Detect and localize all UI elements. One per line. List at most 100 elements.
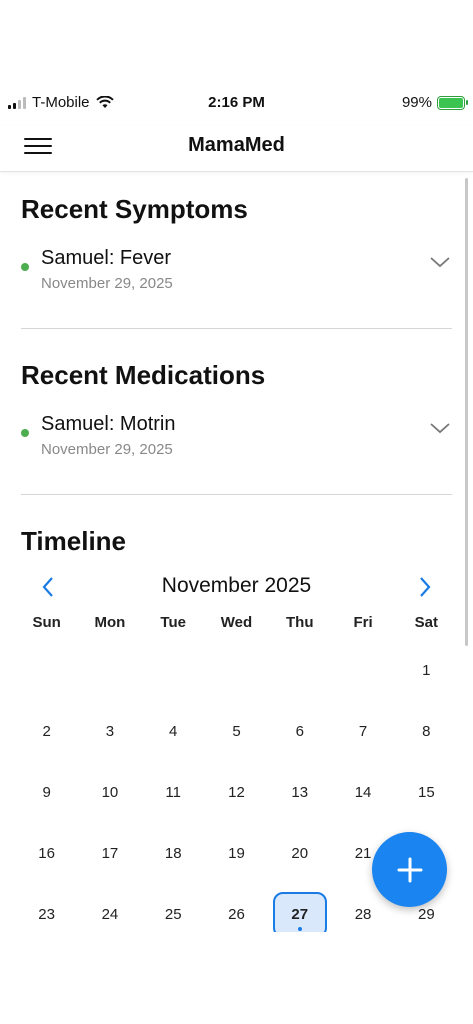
calendar-day-number: 13 bbox=[291, 784, 309, 801]
calendar-empty-cell bbox=[15, 648, 78, 694]
calendar-day-number: 4 bbox=[169, 723, 178, 740]
calendar-day[interactable]: 6 bbox=[268, 709, 331, 755]
app-title: MamaMed bbox=[188, 134, 285, 156]
calendar-day[interactable]: 1 bbox=[395, 648, 458, 694]
status-dot bbox=[21, 263, 29, 271]
status-bar: T-Mobile 2:16 PM 99% bbox=[0, 90, 473, 118]
calendar-week-row: 2 3 4 5 6 7 8 bbox=[15, 701, 458, 762]
calendar-day-number: 26 bbox=[228, 906, 245, 923]
calendar-day-number: 19 bbox=[228, 845, 245, 862]
divider bbox=[21, 494, 452, 495]
calendar-week-row: 1 bbox=[15, 640, 458, 701]
calendar-day[interactable]: 5 bbox=[205, 709, 268, 755]
calendar-day[interactable]: 25 bbox=[142, 892, 205, 933]
battery-fill bbox=[439, 97, 463, 108]
event-dot bbox=[424, 931, 429, 932]
calendar-day[interactable]: 19 bbox=[205, 831, 268, 877]
calendar-day[interactable]: 17 bbox=[78, 831, 141, 877]
calendar-empty-cell bbox=[142, 648, 205, 694]
calendar-day-number: 10 bbox=[101, 784, 119, 801]
calendar-day-number: 7 bbox=[358, 723, 368, 740]
symptom-entry[interactable]: Samuel: Fever November 29, 2025 bbox=[21, 247, 452, 297]
calendar-day-number: 25 bbox=[164, 906, 182, 923]
weekday-label: Sat bbox=[414, 614, 438, 631]
calendar-day-number: 6 bbox=[295, 723, 304, 740]
recent-medications-heading: Recent Medications bbox=[21, 360, 266, 390]
weekday-label: Mon bbox=[94, 614, 126, 631]
calendar-empty-cell bbox=[205, 648, 268, 694]
medication-date: November 29, 2025 bbox=[41, 441, 173, 458]
calendar-day[interactable]: 10 bbox=[78, 770, 141, 816]
calendar-day[interactable]: 20 bbox=[268, 831, 331, 877]
scrollbar[interactable] bbox=[465, 178, 468, 646]
calendar-day[interactable]: 7 bbox=[331, 709, 394, 755]
chevron-down-icon[interactable] bbox=[430, 255, 450, 269]
calendar-month-label: November 2025 bbox=[161, 574, 312, 597]
divider bbox=[21, 328, 452, 329]
calendar-day[interactable]: 15 bbox=[395, 770, 458, 816]
calendar-day[interactable]: 4 bbox=[142, 709, 205, 755]
weekday-header: Sun Mon Tue Wed Thu Fri Sat bbox=[15, 614, 458, 631]
calendar-day-number: 24 bbox=[101, 906, 119, 923]
calendar-day[interactable]: 8 bbox=[395, 709, 458, 755]
battery-icon bbox=[437, 95, 468, 110]
recent-symptoms-heading: Recent Symptoms bbox=[21, 194, 248, 224]
calendar-day-number: 15 bbox=[417, 784, 435, 801]
symptom-date: November 29, 2025 bbox=[41, 275, 173, 292]
calendar-day-number: 20 bbox=[291, 845, 309, 862]
medication-name: Samuel: Motrin bbox=[41, 413, 176, 435]
calendar-day[interactable]: 12 bbox=[205, 770, 268, 816]
calendar-day-number: 18 bbox=[164, 845, 182, 862]
event-dot bbox=[297, 926, 302, 931]
calendar-day-number: 2 bbox=[42, 723, 51, 740]
calendar-day-number: 27 bbox=[291, 905, 309, 923]
calendar-day-number: 9 bbox=[42, 784, 51, 801]
calendar-nav: November 2025 bbox=[21, 572, 452, 602]
calendar-empty-cell bbox=[268, 648, 331, 694]
plus-icon bbox=[397, 857, 422, 882]
calendar-day-selected[interactable]: 27 bbox=[272, 891, 327, 932]
weekday-label: Sun bbox=[32, 614, 61, 631]
calendar-day-number: 23 bbox=[38, 906, 55, 923]
calendar-week-row: 9 10 11 12 13 14 15 bbox=[15, 762, 458, 823]
calendar-day[interactable]: 24 bbox=[78, 892, 141, 933]
calendar-day[interactable]: 13 bbox=[268, 770, 331, 816]
battery-group: 99% bbox=[401, 94, 468, 111]
chevron-down-icon[interactable] bbox=[430, 421, 450, 435]
symptom-name: Samuel: Fever bbox=[41, 247, 172, 269]
weekday-label: Wed bbox=[220, 614, 253, 631]
calendar-day-number: 16 bbox=[38, 845, 55, 862]
weekday-label: Tue bbox=[160, 614, 186, 631]
status-dot bbox=[21, 429, 29, 437]
app-header: MamaMed bbox=[0, 126, 473, 172]
medication-entry[interactable]: Samuel: Motrin November 29, 2025 bbox=[21, 413, 452, 463]
battery-percent: 99% bbox=[401, 94, 432, 111]
calendar-day-number: 3 bbox=[105, 723, 115, 740]
weekday-label: Thu bbox=[286, 614, 314, 631]
weekday-label: Fri bbox=[353, 614, 373, 631]
chevron-right-icon[interactable] bbox=[410, 574, 438, 600]
calendar-day-number: 14 bbox=[354, 784, 372, 801]
calendar-day[interactable]: 14 bbox=[331, 770, 394, 816]
calendar-day-number: 29 bbox=[417, 906, 435, 923]
calendar-day-number: 5 bbox=[232, 723, 241, 740]
calendar-day[interactable]: 23 bbox=[15, 892, 78, 933]
calendar-day-number: 17 bbox=[101, 845, 119, 862]
calendar-day[interactable]: 2 bbox=[15, 709, 78, 755]
calendar-day[interactable]: 26 bbox=[205, 892, 268, 933]
calendar-day-number: 12 bbox=[228, 784, 245, 801]
calendar-day-number: 1 bbox=[422, 662, 431, 679]
calendar-day-number: 28 bbox=[354, 906, 372, 923]
calendar-empty-cell bbox=[78, 648, 141, 694]
calendar-day[interactable]: 16 bbox=[15, 831, 78, 877]
calendar-empty-cell bbox=[331, 648, 394, 694]
calendar-day-number: 8 bbox=[422, 723, 431, 740]
calendar-day[interactable]: 18 bbox=[142, 831, 205, 877]
calendar-day[interactable]: 9 bbox=[15, 770, 78, 816]
calendar-day[interactable]: 3 bbox=[78, 709, 141, 755]
timeline-heading: Timeline bbox=[21, 526, 127, 556]
calendar-day[interactable]: 11 bbox=[142, 770, 205, 816]
add-entry-button[interactable] bbox=[372, 832, 447, 907]
calendar-day-number: 11 bbox=[165, 784, 181, 801]
calendar-day-number: 21 bbox=[354, 845, 372, 862]
